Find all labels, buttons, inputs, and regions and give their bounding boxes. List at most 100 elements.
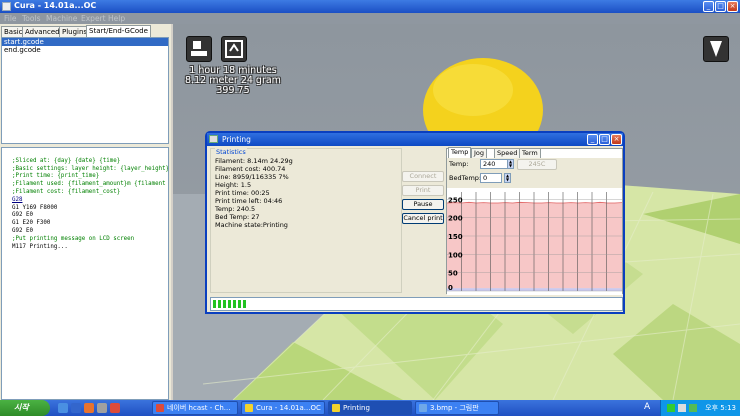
temp-area — [447, 202, 622, 289]
code-line: ;Put printing message on LCD screen — [12, 235, 135, 242]
desktop-icon[interactable] — [58, 403, 68, 413]
tray-icon[interactable] — [689, 404, 697, 412]
stat-temp: Temp: 240.5 — [215, 205, 256, 213]
app-icon-quicklaunch[interactable] — [97, 403, 107, 413]
gcode-file-list[interactable]: start.gcode end.gcode — [1, 37, 169, 144]
list-item[interactable]: end.gcode — [2, 46, 168, 54]
menu-machine[interactable]: Machine — [46, 14, 77, 23]
code-line: ;Filament cost: {filament_cost} — [12, 188, 121, 195]
maximize-button[interactable]: □ — [715, 1, 726, 12]
code-line: G92 E0 — [12, 212, 33, 219]
cura-icon — [332, 404, 340, 412]
close-button[interactable]: × — [727, 1, 738, 12]
tab-speed[interactable]: Speed — [494, 148, 521, 158]
print-button[interactable]: Print — [402, 185, 444, 196]
clock: 오후 5:13 — [705, 404, 736, 412]
connect-button[interactable]: Connect — [402, 171, 444, 182]
language-indicator[interactable]: A — [644, 402, 650, 412]
temp-spinner[interactable]: ▲ ▼ — [507, 159, 514, 169]
start-button[interactable]: 시작 — [0, 400, 50, 416]
minimize-button[interactable]: _ — [703, 1, 714, 12]
ie-icon[interactable] — [71, 403, 81, 413]
code-line: G1 Y169 F8000 — [12, 204, 58, 211]
tab-term[interactable]: Term — [519, 148, 541, 158]
view-mode-icon[interactable] — [703, 36, 729, 62]
menu-file[interactable]: File — [4, 14, 17, 23]
stat-filament-cost: Filament cost: 400.74 — [215, 165, 286, 173]
dialog-title-bar: Printing _ □ × — [207, 133, 623, 146]
stat-height: Height: 1.5 — [215, 181, 252, 189]
dialog-close-button[interactable]: × — [611, 134, 622, 145]
dialog-maximize-button[interactable]: □ — [599, 134, 610, 145]
code-line: G28 — [12, 196, 23, 203]
temp-apply-button[interactable]: 245C — [517, 159, 557, 170]
system-tray: 오후 5:13 — [660, 400, 740, 416]
temperature-graph: 0 50 100 150 200 250 — [447, 188, 622, 295]
pause-button[interactable]: Pause — [402, 199, 444, 210]
printer-icon — [209, 135, 218, 143]
tray-icon[interactable] — [667, 404, 675, 412]
stat-time-left: Print time left: 04:46 — [215, 197, 283, 205]
temp-tab-content: Temp: 240 ▲ ▼ 245C BedTemp: 0 ▲ ▼ 0 50 100 15… — [447, 158, 622, 295]
task-label: 네이버 hcast - Ch... — [167, 404, 231, 412]
tab-start-end-gcode[interactable]: Start/End-GCode — [86, 25, 151, 37]
code-line: ;Filament used: {filament_amount}m {fila… — [12, 181, 166, 188]
print-time-stat: 1 hour 18 minutes — [189, 65, 277, 76]
temp-input[interactable]: 240 — [480, 159, 508, 169]
chrome-icon — [156, 404, 164, 412]
filament-stat: 8.12 meter 24 gram — [185, 75, 281, 86]
dialog-title: Printing — [222, 135, 251, 144]
stat-machine-state: Machine state:Printing — [215, 221, 288, 229]
bedtemp-input[interactable]: 0 — [480, 173, 502, 183]
y-tick-label: 200 — [448, 215, 463, 223]
stat-print-time: Print time: 00:25 — [215, 189, 270, 197]
cancel-print-button[interactable]: Cancel print — [402, 213, 444, 224]
code-line: ;Print time: {print_time} — [12, 173, 100, 180]
menu-help[interactable]: Help — [108, 14, 125, 23]
code-line: M117 Printing... — [12, 243, 68, 250]
settings-panel: Basic Advanced Plugins Start/End-GCode s… — [0, 24, 172, 400]
firefox-icon[interactable] — [84, 403, 94, 413]
menu-expert[interactable]: Expert — [81, 14, 106, 23]
load-model-icon[interactable] — [186, 36, 212, 62]
tab-jog[interactable]: Jog — [471, 148, 488, 158]
stat-bed-temp: Bed Temp: 27 — [215, 213, 260, 221]
code-line: G1 E20 F300 — [12, 220, 51, 227]
y-tick-label: 250 — [448, 196, 463, 204]
cost-stat: 399.75 — [216, 85, 250, 96]
gcode-editor[interactable]: ;Sliced at: {day} {date} {time} ;Basic se… — [1, 147, 169, 400]
y-tick-label: 50 — [448, 270, 458, 278]
statistics-group: Statistics Filament: 8.14m 24.29g Filame… — [210, 148, 402, 293]
control-tabs: Temp Jog Speed Term Temp: 240 ▲ ▼ 245C Be… — [446, 147, 623, 295]
menu-tools[interactable]: Tools — [22, 14, 40, 23]
code-line: ;Basic settings: layer height: {layer_he… — [12, 165, 169, 172]
tab-advanced[interactable]: Advanced — [22, 26, 63, 37]
code-line: ;Sliced at: {day} {date} {time} — [12, 157, 121, 164]
printing-dialog: Printing _ □ × Statistics Filament: 8.14… — [205, 131, 625, 314]
temp-label: Temp: — [449, 160, 469, 168]
print-icon[interactable] — [221, 36, 247, 62]
app-icon — [2, 2, 11, 11]
task-printing[interactable]: Printing — [328, 401, 412, 415]
bedtemp-spinner[interactable]: ▲ ▼ — [504, 173, 511, 183]
task-label: Cura - 14.01a...OC — [256, 404, 321, 412]
task-paint[interactable]: 3.bmp - 그림판 — [415, 401, 499, 415]
chrome-icon[interactable] — [110, 403, 120, 413]
task-label: Printing — [343, 404, 370, 412]
cura-icon — [245, 404, 253, 412]
list-item[interactable]: start.gcode — [2, 38, 168, 46]
task-chrome[interactable]: 네이버 hcast - Ch... — [152, 401, 238, 415]
dialog-minimize-button[interactable]: _ — [587, 134, 598, 145]
y-tick-label: 0 — [448, 284, 453, 292]
stat-filament: Filament: 8.14m 24.29g — [215, 157, 293, 165]
tab-temp[interactable]: Temp — [448, 147, 472, 158]
taskbar: 시작 네이버 hcast - Ch... Cura - 14.01a...OC … — [0, 400, 740, 416]
tray-icon[interactable] — [678, 404, 686, 412]
window-title: Cura - 14.01a...OC — [14, 1, 97, 10]
bed-temp-band — [447, 288, 622, 291]
y-tick-label: 150 — [448, 233, 463, 241]
task-cura[interactable]: Cura - 14.01a...OC — [241, 401, 325, 415]
print-progress-bar — [210, 297, 623, 311]
paint-icon — [419, 404, 427, 412]
y-tick-label: 100 — [448, 251, 463, 259]
